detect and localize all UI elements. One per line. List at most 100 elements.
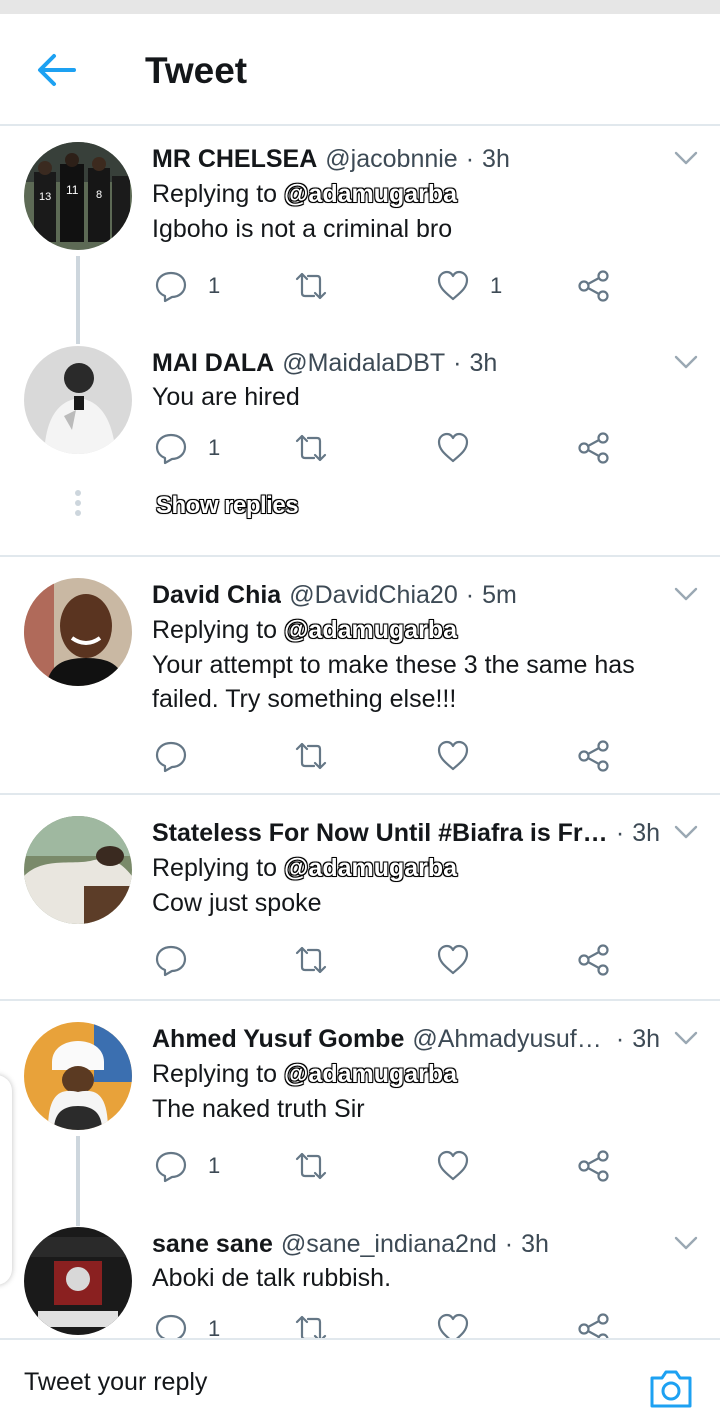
reply-bubble-icon — [155, 741, 187, 773]
mention-link[interactable]: @adamugarba — [284, 854, 457, 882]
dot-separator: · — [504, 1230, 514, 1258]
like-button[interactable] — [436, 940, 490, 980]
author-handle[interactable]: @MaidalaDBT — [282, 346, 445, 380]
reply-bubble-icon — [155, 1151, 187, 1183]
reply-input[interactable] — [24, 1360, 584, 1404]
mention-link[interactable]: @adamugarba — [284, 616, 457, 644]
thread-connector — [76, 256, 80, 344]
retweet-button[interactable] — [294, 428, 348, 468]
retweet-button[interactable] — [294, 736, 348, 776]
replying-prefix: Replying to — [152, 854, 278, 882]
reply-button[interactable]: 1 — [154, 428, 220, 468]
edge-panel-handle[interactable] — [0, 1075, 12, 1285]
avatar[interactable] — [24, 346, 132, 454]
retweet-button[interactable] — [294, 1146, 348, 1186]
dot-separator: · — [453, 349, 462, 377]
mention-link[interactable]: @adamugarba — [284, 1060, 457, 1088]
replying-to: Replying to @adamugarba — [152, 1056, 700, 1092]
tweet-text-line: failed. Try something else!!! — [152, 685, 457, 713]
like-button[interactable] — [436, 428, 490, 468]
dot-separator: · — [615, 1025, 625, 1053]
svg-text:13: 13 — [39, 191, 51, 203]
share-icon — [578, 270, 609, 302]
svg-text:11: 11 — [66, 183, 79, 197]
reply-count: 1 — [208, 1153, 221, 1178]
dot-separator: · — [465, 581, 475, 609]
retweet-icon — [295, 742, 327, 770]
like-button[interactable]: 1 — [436, 266, 502, 306]
retweet-icon — [295, 434, 327, 462]
author-handle[interactable]: @jacobnnie — [325, 142, 457, 176]
reply-button[interactable]: 1 — [154, 1309, 220, 1338]
tweet-header: MR CHELSEA @jacobnnie · 3h — [152, 142, 700, 176]
reply-count: 1 — [208, 435, 221, 460]
tweet-header: David Chia @DavidChia20 · 5m — [152, 578, 700, 612]
author-name[interactable]: Stateless For Now Until #Biafra is Free … — [152, 816, 608, 850]
timestamp: 5m — [482, 581, 517, 609]
chevron-down-icon[interactable] — [672, 348, 700, 376]
heart-icon — [437, 270, 469, 301]
arrow-left-icon — [38, 54, 76, 86]
avatar[interactable] — [24, 578, 132, 686]
replying-to: Replying to @adamugarba — [152, 176, 700, 212]
author-handle[interactable]: @DavidChia20 — [289, 578, 458, 612]
tweet-actions: 1 — [152, 1146, 632, 1186]
timestamp: 3h — [632, 819, 660, 847]
reply-button[interactable] — [154, 736, 208, 776]
tweet-text: Igboho is not a criminal bro — [152, 215, 453, 243]
tweet-body: Ahmed Yusuf Gombe @Ahmadyusufg… · 3h Rep… — [152, 1022, 700, 1126]
chevron-down-icon[interactable] — [672, 144, 700, 172]
avatar[interactable] — [24, 816, 132, 924]
like-count: 1 — [490, 273, 503, 298]
author-handle[interactable]: @Ahmadyusufg… — [412, 1022, 608, 1056]
share-icon — [578, 1313, 609, 1338]
thread-dots — [75, 490, 81, 520]
author-handle[interactable]: @sane_indiana2nd — [281, 1227, 497, 1261]
share-button[interactable] — [577, 736, 611, 776]
share-button[interactable] — [577, 1146, 611, 1186]
reply-feed[interactable]: 13 11 8 MR CHELSEA @jacobnnie · 3h Reply… — [0, 126, 720, 1338]
camera-button[interactable] — [648, 1366, 694, 1410]
retweet-icon — [295, 946, 327, 974]
avatar[interactable]: 13 11 8 — [24, 142, 132, 250]
avatar[interactable] — [24, 1227, 132, 1335]
tweet-text: Aboki de talk rubbish. — [152, 1264, 392, 1292]
share-button[interactable] — [577, 1309, 611, 1338]
tweet-actions: 1 1 — [152, 266, 632, 306]
back-button[interactable] — [34, 50, 78, 90]
like-button[interactable] — [436, 736, 490, 776]
mention-link[interactable]: @adamugarba — [284, 180, 457, 208]
retweet-button[interactable] — [294, 266, 348, 306]
author-name[interactable]: Ahmed Yusuf Gombe — [152, 1022, 404, 1056]
author-name[interactable]: MR CHELSEA — [152, 142, 317, 176]
divider — [0, 555, 720, 557]
reply-button[interactable]: 1 — [154, 266, 220, 306]
show-replies-link[interactable]: Show replies — [156, 492, 299, 520]
share-button[interactable] — [577, 940, 611, 980]
like-button[interactable] — [436, 1146, 490, 1186]
retweet-button[interactable] — [294, 1309, 348, 1338]
chevron-down-icon[interactable] — [672, 818, 700, 846]
share-button[interactable] — [577, 428, 611, 468]
reply-bubble-icon — [155, 271, 187, 303]
divider — [0, 793, 720, 795]
chevron-down-icon[interactable] — [672, 1229, 700, 1257]
reply-button[interactable] — [154, 940, 208, 980]
author-name[interactable]: sane sane — [152, 1227, 273, 1261]
author-name[interactable]: David Chia — [152, 578, 281, 612]
tweet-body: MR CHELSEA @jacobnnie · 3h Replying to @… — [152, 142, 700, 246]
chevron-down-icon[interactable] — [672, 580, 700, 608]
tweet-body: MAI DALA @MaidalaDBT · 3h You are hired — [152, 346, 700, 414]
chevron-down-icon[interactable] — [672, 1024, 700, 1052]
timestamp: 3h — [482, 145, 510, 173]
author-name[interactable]: MAI DALA — [152, 346, 274, 380]
tweet-text: The naked truth Sir — [152, 1095, 365, 1123]
reply-button[interactable]: 1 — [154, 1146, 220, 1186]
like-button[interactable] — [436, 1309, 490, 1338]
tweet-body: David Chia @DavidChia20 · 5m Replying to… — [152, 578, 700, 716]
avatar[interactable] — [24, 1022, 132, 1130]
share-button[interactable] — [577, 266, 611, 306]
reply-count: 1 — [208, 273, 221, 298]
tweet-header: Stateless For Now Until #Biafra is Free … — [152, 816, 700, 850]
retweet-button[interactable] — [294, 940, 348, 980]
